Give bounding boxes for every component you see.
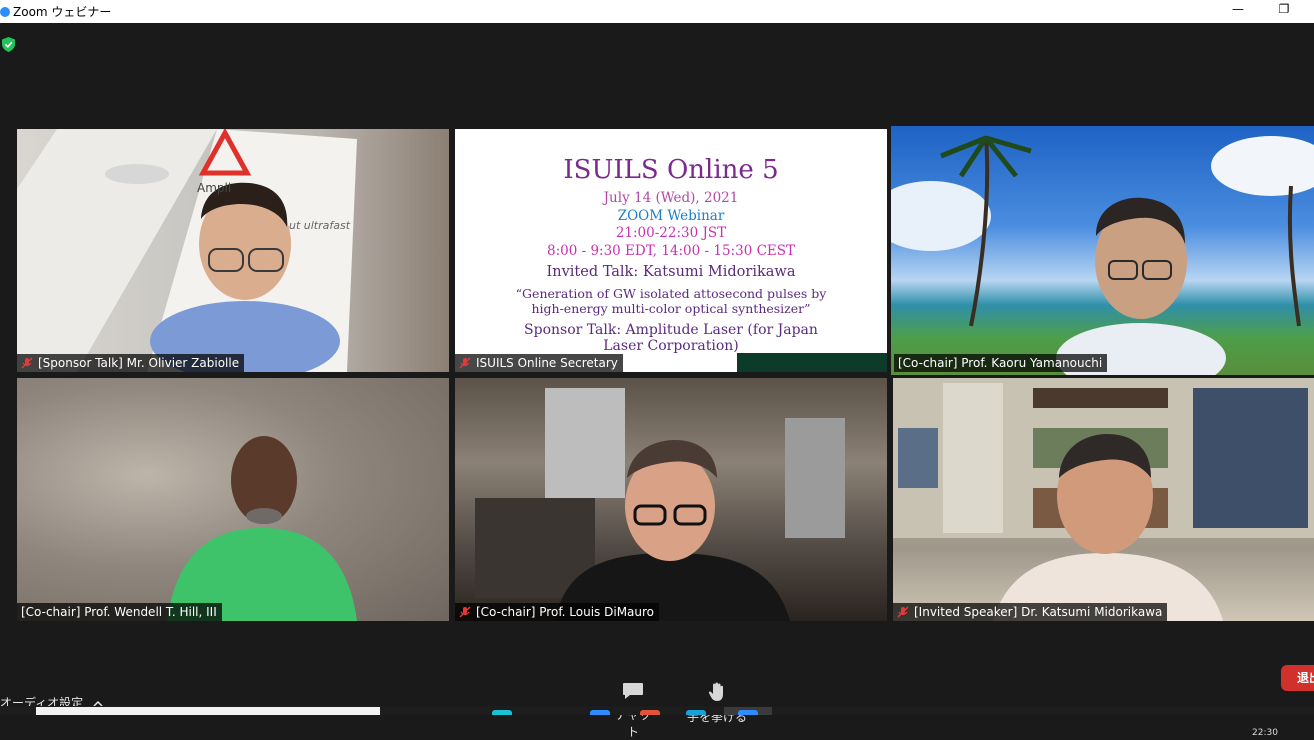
sponsor-tagline-text: ut ultrafast — [289, 219, 351, 232]
participant-name: ISUILS Online Secretary — [476, 356, 618, 370]
participant-name: [Co-chair] Prof. Wendell T. Hill, III — [21, 605, 217, 619]
chat-bubble-icon — [623, 683, 643, 699]
participant-name: [Sponsor Talk] Mr. Olivier Zabiolle — [38, 356, 240, 370]
slide-time-jst: 21:00-22:30 JST — [615, 225, 727, 241]
bookshelf-backdrop — [893, 378, 1314, 621]
participant-name-tag: [Co-chair] Prof. Louis DiMauro — [455, 603, 660, 621]
beach-backdrop — [891, 135, 1314, 375]
participant-name: [Co-chair] Prof. Kaoru Yamanouchi — [898, 356, 1103, 370]
slide-venue: ZOOM Webinar — [617, 208, 725, 224]
microphone-muted-icon — [459, 606, 471, 618]
sponsor-backdrop — [17, 129, 357, 372]
taskbar-app-icon[interactable] — [686, 710, 706, 715]
raise-hand-button[interactable]: 手を挙げる — [684, 682, 750, 725]
slide-date: July 14 (Wed), 2021 — [603, 190, 739, 206]
participant-name-tag: [Co-chair] Prof. Wendell T. Hill, III — [17, 603, 222, 621]
taskbar-app-icon[interactable] — [492, 710, 512, 715]
taskbar-clock: 22:30 — [1252, 728, 1278, 738]
slide-sponsor-talk-1: Sponsor Talk: Amplitude Laser (for Japan — [524, 322, 818, 338]
slide-time-other: 8:00 - 9:30 EDT, 14:00 - 15:30 CEST — [546, 243, 796, 259]
taskbar-zoom-icon[interactable] — [738, 710, 758, 715]
symposium-banner — [737, 353, 887, 372]
taskbar-app-icon[interactable] — [590, 710, 610, 715]
video-tile-dimauro[interactable]: [Co-chair] Prof. Louis DiMauro — [455, 378, 887, 621]
taskbar-app-icon[interactable] — [640, 710, 660, 715]
participant-name: [Co-chair] Prof. Louis DiMauro — [476, 605, 655, 619]
participant-name-tag: ISUILS Online Secretary — [455, 354, 623, 372]
window-title: Zoom ウェビナー — [13, 5, 112, 19]
microphone-muted-icon — [897, 606, 909, 618]
restore-button[interactable]: ❐ — [1272, 2, 1296, 20]
video-tile-sponsor[interactable]: Ampli ut ultrafast [Sponsor Talk] Mr. Ol… — [17, 129, 449, 372]
slide-talk-title-2: high-energy multi-color optical synthesi… — [531, 301, 811, 316]
security-shield-icon[interactable] — [2, 37, 15, 52]
video-tile-yamanouchi[interactable]: [Co-chair] Prof. Kaoru Yamanouchi — [891, 126, 1314, 375]
participant-figure — [167, 436, 357, 621]
hand-icon — [708, 682, 723, 701]
microphone-muted-icon — [459, 357, 471, 369]
leave-button[interactable]: 退出 — [1281, 665, 1314, 691]
shared-slide: ISUILS Online 5 July 14 (Wed), 2021 ZOOM… — [455, 129, 887, 372]
slide-invited-talk: Invited Talk: Katsumi Midorikawa — [546, 264, 796, 280]
video-tile-midorikawa[interactable]: [Invited Speaker] Dr. Katsumi Midorikawa — [893, 378, 1314, 621]
minimize-button[interactable]: — — [1226, 2, 1250, 20]
slide-talk-title-1: “Generation of GW isolated attosecond pu… — [515, 286, 827, 301]
video-tile-secretary[interactable]: ISUILS Online 5 July 14 (Wed), 2021 ZOOM… — [455, 129, 887, 372]
participant-name-tag: [Sponsor Talk] Mr. Olivier Zabiolle — [17, 354, 245, 372]
window-titlebar: Zoom ウェビナー — ❐ — [0, 0, 1314, 23]
participant-name-tag: [Co-chair] Prof. Kaoru Yamanouchi — [894, 354, 1108, 372]
slide-sponsor-talk-2: Laser Corporation) — [603, 338, 739, 354]
participant-name-tag: [Invited Speaker] Dr. Katsumi Midorikawa — [893, 603, 1168, 621]
slide-title: ISUILS Online 5 — [563, 155, 779, 185]
taskbar-search-box[interactable] — [36, 707, 380, 715]
video-tile-hill[interactable]: [Co-chair] Prof. Wendell T. Hill, III — [17, 378, 449, 621]
zoom-app-icon — [0, 6, 10, 17]
lab-backdrop — [475, 388, 845, 621]
microphone-muted-icon — [21, 357, 33, 369]
sponsor-brand-text: Ampli — [197, 181, 232, 195]
participant-name: [Invited Speaker] Dr. Katsumi Midorikawa — [914, 605, 1163, 619]
